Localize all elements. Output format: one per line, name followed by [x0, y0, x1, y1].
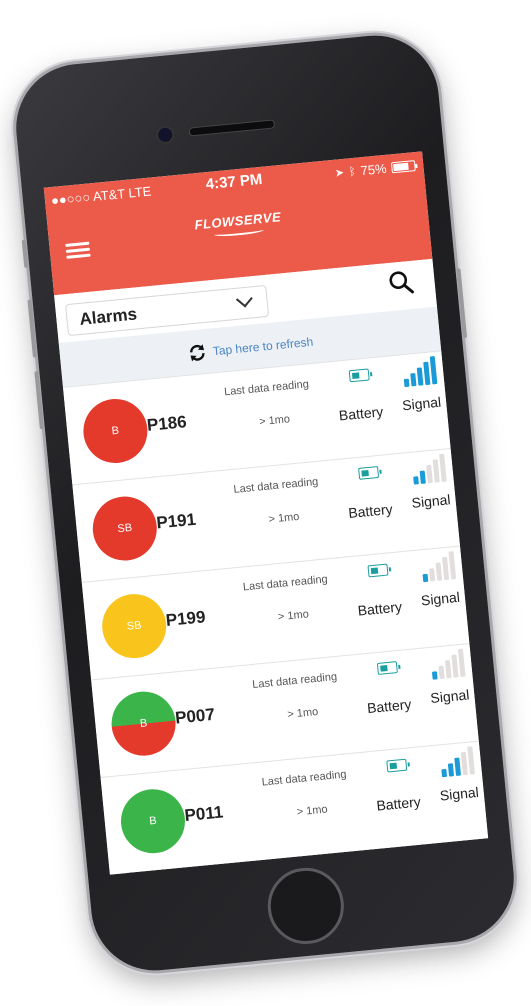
signal-bar: [422, 573, 429, 583]
last-reading-label: Last data reading: [223, 378, 310, 399]
bluetooth-icon: ᛒ: [348, 165, 357, 178]
signal-label: Signal: [410, 491, 452, 511]
signal-bar: [454, 757, 462, 776]
status-code: SB: [116, 521, 133, 536]
signal-bar: [410, 373, 417, 387]
signal-bar: [435, 562, 443, 581]
signal-bar: [416, 367, 424, 386]
phone-frame: ●●○○○ AT&T LTE 4:37 PM ➤ ᛒ 75% FLOWSERVE: [10, 29, 520, 977]
status-indicator: B: [118, 786, 188, 857]
signal-bar: [423, 361, 431, 386]
signal-bar: [432, 459, 440, 483]
last-reading-label: Last data reading: [251, 670, 338, 692]
status-code: SB: [126, 619, 143, 633]
status-indicator: B: [108, 688, 179, 759]
search-icon[interactable]: [387, 269, 415, 297]
last-reading-label: Last data reading: [233, 475, 319, 496]
power-button: [456, 268, 468, 339]
signal-strength-icon: [402, 355, 444, 388]
status-code: B: [139, 717, 148, 730]
last-reading-label: Last data reading: [261, 768, 347, 789]
signal-bar: [413, 476, 419, 485]
battery-label: Battery: [356, 598, 403, 619]
signal-label: Signal: [429, 686, 470, 707]
filter-value: Alarms: [78, 304, 138, 329]
signal-bar: [429, 568, 436, 582]
signal-label: Signal: [420, 588, 461, 609]
signal-bar: [442, 556, 450, 581]
signal-bar: [403, 378, 410, 388]
signal-bar: [431, 671, 438, 680]
last-reading-age: > 1mo: [258, 413, 291, 429]
home-button[interactable]: [264, 864, 348, 948]
signal-bar: [447, 763, 455, 777]
last-reading-age: > 1mo: [296, 803, 329, 819]
earpiece-speaker: [188, 119, 276, 137]
signal-bar: [444, 660, 452, 679]
signal-strength-icon: [411, 453, 453, 485]
mute-switch: [21, 239, 29, 268]
pump-id: P186: [146, 412, 188, 435]
pump-id: P011: [183, 802, 225, 826]
signal-label: Signal: [401, 393, 442, 414]
battery-icon: [348, 368, 370, 383]
battery-icon: [376, 661, 398, 675]
signal-strength-icon: [421, 550, 463, 583]
battery-label: Battery: [347, 500, 394, 522]
status-code: B: [111, 424, 120, 438]
status-indicator: SB: [89, 493, 160, 564]
signal-bar: [426, 464, 433, 484]
status-indicator: SB: [99, 591, 170, 662]
battery-label: Battery: [338, 403, 384, 424]
battery-icon: [386, 758, 408, 773]
last-reading-label: Last data reading: [242, 573, 329, 594]
status-indicator: B: [80, 396, 151, 466]
signal-bar: [467, 746, 475, 775]
volume-up-button: [27, 299, 37, 358]
last-reading-age: > 1mo: [268, 510, 300, 526]
status-battery-icon: [390, 160, 416, 174]
battery-icon: [358, 466, 380, 480]
signal-label: Signal: [439, 783, 480, 804]
pump-id: P007: [174, 704, 216, 728]
battery-percent: 75%: [359, 160, 388, 179]
signal-bar: [438, 665, 445, 680]
status-code: B: [148, 814, 158, 828]
pump-id: P199: [164, 607, 207, 631]
signal-bar: [429, 356, 438, 385]
signal-bar: [441, 768, 448, 778]
signal-strength-icon: [430, 648, 472, 680]
signal-strength-icon: [439, 746, 481, 778]
last-reading-age: > 1mo: [286, 705, 319, 721]
signal-bar: [460, 751, 468, 776]
app-screen: ●●○○○ AT&T LTE 4:37 PM ➤ ᛒ 75% FLOWSERVE: [43, 151, 489, 875]
last-reading-age: > 1mo: [277, 608, 310, 624]
signal-bar: [439, 453, 447, 482]
status-indicators: ➤ ᛒ 75%: [334, 158, 416, 181]
signal-bar: [457, 648, 466, 678]
battery-label: Battery: [375, 793, 422, 814]
battery-icon: [367, 563, 389, 578]
battery-label: Battery: [366, 695, 413, 717]
signal-bar: [451, 654, 459, 678]
refresh-label: Tap here to refresh: [212, 334, 314, 359]
pump-list: B P186 Last data reading > 1mo Battery Signal…: [62, 350, 489, 875]
chevron-down-icon: [235, 290, 253, 308]
pump-id: P191: [155, 509, 197, 533]
signal-bar: [448, 551, 457, 580]
signal-bar: [419, 470, 426, 484]
location-icon: ➤: [334, 166, 345, 180]
volume-down-button: [34, 371, 44, 430]
refresh-icon: [189, 344, 205, 362]
front-camera: [155, 125, 176, 145]
